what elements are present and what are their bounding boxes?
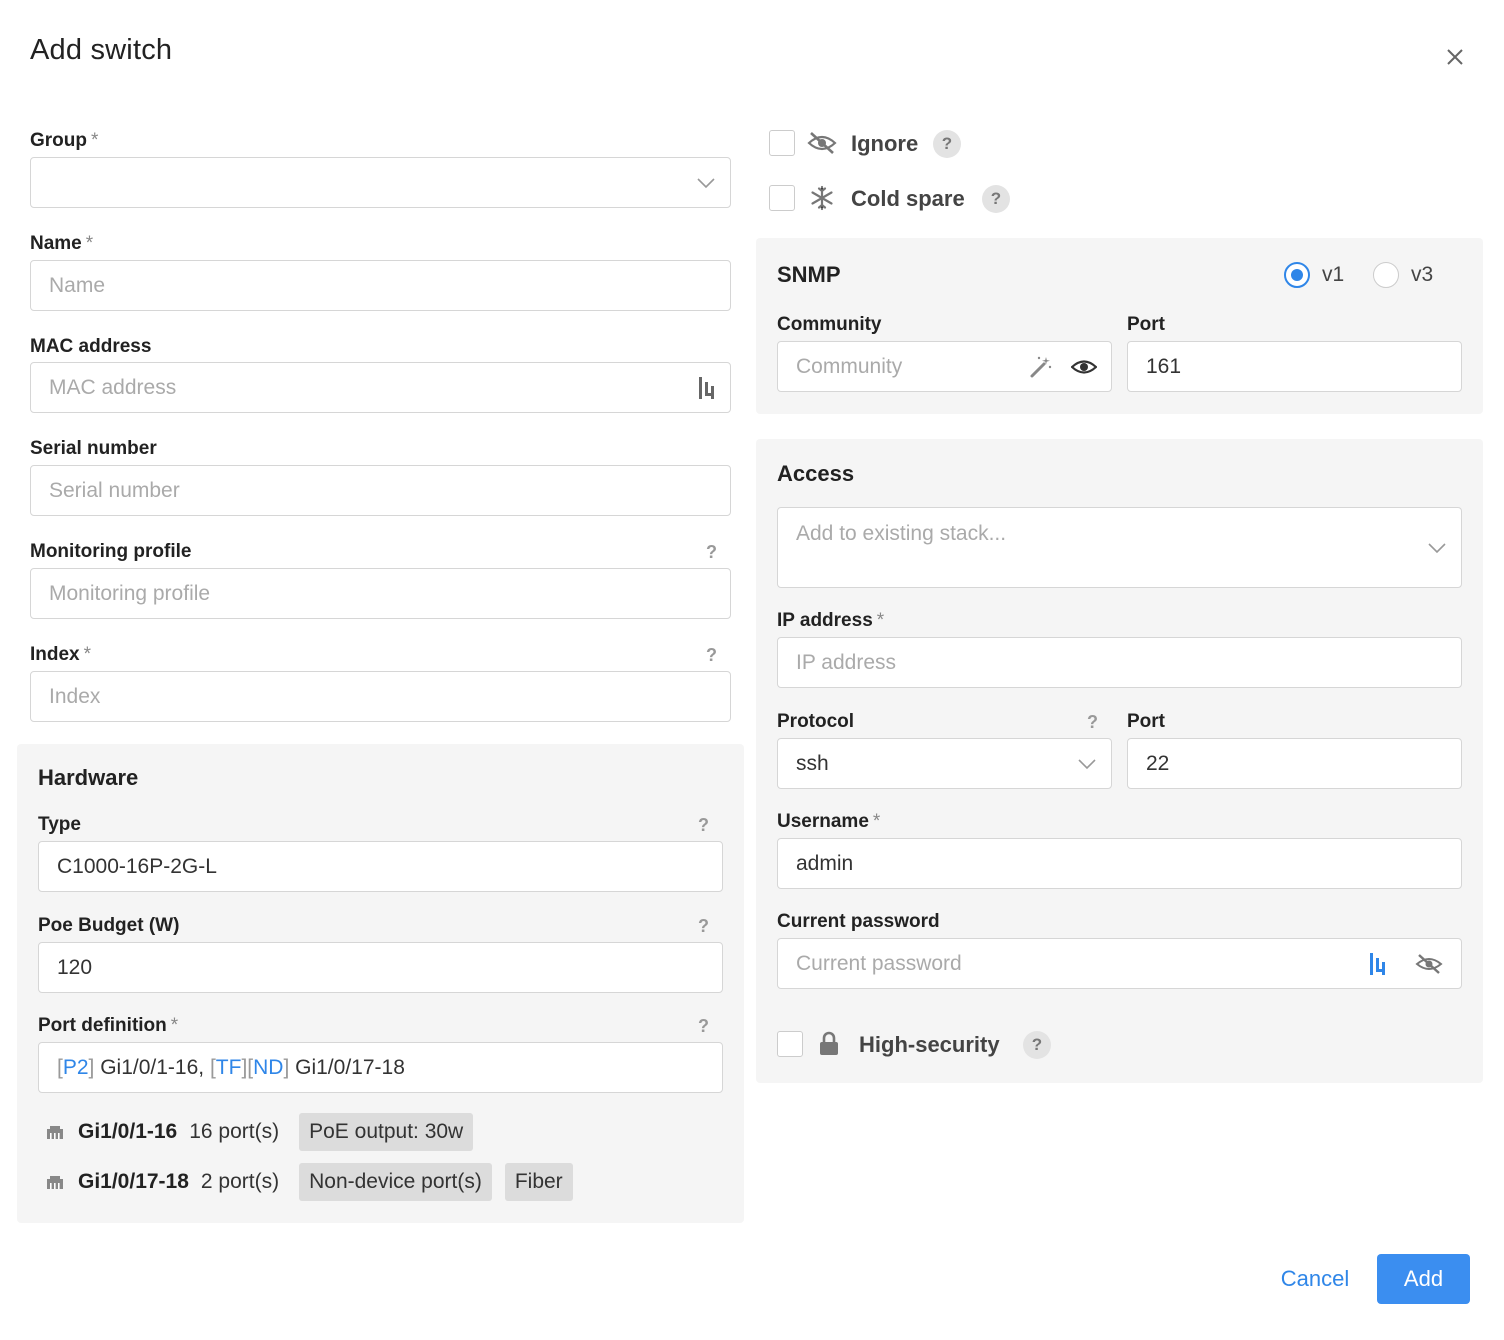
snmp-v1-radio[interactable] (1284, 262, 1310, 288)
mac-input[interactable]: MAC address (30, 362, 731, 413)
type-label: Type (38, 814, 81, 835)
snowflake-icon (811, 185, 833, 211)
high-security-checkbox[interactable] (777, 1031, 803, 1057)
port-name: Gi1/0/17-18 (78, 1170, 189, 1193)
monitoring-input[interactable]: Monitoring profile (30, 568, 731, 619)
snmp-v3-label: v3 (1411, 263, 1434, 286)
close-button[interactable] (1440, 42, 1470, 72)
monitoring-label: Monitoring profile (30, 541, 192, 562)
snmp-port-label: Port (1127, 314, 1165, 335)
ip-input[interactable]: IP address (777, 637, 1462, 688)
access-port-label: Port (1127, 711, 1165, 732)
eye-icon[interactable] (1071, 358, 1097, 376)
poe-help[interactable]: ? (698, 916, 709, 937)
name-input[interactable]: Name (30, 260, 731, 311)
lock-icon (820, 1031, 838, 1055)
group-select[interactable] (30, 157, 731, 208)
port-name: Gi1/0/1-16 (78, 1120, 178, 1143)
cancel-button[interactable]: Cancel (1265, 1254, 1365, 1304)
community-input[interactable]: Community (777, 341, 1112, 392)
group-label: Group * (30, 130, 99, 151)
password-input[interactable]: Current password (777, 938, 1462, 989)
eye-slash-icon (807, 132, 837, 154)
access-title: Access (777, 461, 855, 486)
port-tag: Non-device port(s) (299, 1163, 492, 1201)
snmp-v1-label: v1 (1322, 263, 1345, 286)
index-label: Index * (30, 644, 92, 665)
chevron-down-icon (1428, 542, 1446, 553)
serial-input[interactable]: Serial number (30, 465, 731, 516)
snmp-port-input[interactable]: 161 (1127, 341, 1462, 392)
serial-label: Serial number (30, 438, 157, 459)
ignore-label: Ignore (851, 131, 919, 156)
snmp-v3-radio[interactable] (1373, 262, 1399, 288)
index-help[interactable]: ? (706, 645, 717, 666)
ignore-help[interactable]: ? (933, 130, 961, 158)
poe-label: Poe Budget (W) (38, 915, 180, 936)
port-tag: Fiber (504, 1163, 573, 1201)
community-label: Community (777, 314, 882, 335)
stack-select[interactable]: Add to existing stack... (777, 507, 1462, 588)
chevron-down-icon (697, 177, 715, 188)
dialog-title: Add switch (30, 34, 173, 66)
magic-wand-icon[interactable] (1029, 355, 1053, 379)
chevron-down-icon (1078, 758, 1096, 769)
high-security-label: High-security (859, 1032, 1000, 1057)
ethernet-port-icon (47, 1126, 63, 1139)
keypass-icon[interactable] (698, 376, 716, 400)
ip-label: IP address * (777, 610, 885, 631)
port-count: 2 port(s) (200, 1170, 280, 1193)
username-input[interactable]: admin (777, 838, 1462, 889)
cold-spare-checkbox[interactable] (769, 185, 795, 211)
type-help[interactable]: ? (698, 815, 709, 836)
type-input[interactable]: C1000-16P-2G-L (38, 841, 723, 892)
high-security-help[interactable]: ? (1023, 1031, 1051, 1059)
mac-label: MAC address (30, 336, 152, 357)
eye-slash-icon[interactable] (1415, 953, 1443, 975)
access-port-input[interactable]: 22 (1127, 738, 1462, 789)
protocol-help[interactable]: ? (1087, 712, 1098, 733)
poe-input[interactable]: 120 (38, 942, 723, 993)
protocol-select[interactable]: ssh (777, 738, 1112, 789)
port-row: Gi1/0/1-16 16 port(s) PoE output: 30w (44, 1113, 474, 1151)
username-label: Username * (777, 811, 881, 832)
ignore-checkbox[interactable] (769, 130, 795, 156)
port-def-help[interactable]: ? (698, 1016, 709, 1037)
keypass-icon[interactable] (1369, 952, 1387, 976)
add-button[interactable]: Add (1377, 1254, 1470, 1304)
port-tag: PoE output: 30w (299, 1113, 474, 1151)
cold-spare-label: Cold spare (851, 186, 965, 211)
port-count: 16 port(s) (189, 1120, 280, 1143)
password-label: Current password (777, 911, 940, 932)
port-row: Gi1/0/17-18 2 port(s) Non-device port(s)… (44, 1163, 573, 1201)
protocol-label: Protocol (777, 711, 855, 732)
port-def-label: Port definition * (38, 1015, 179, 1036)
port-def-input[interactable]: [P2] Gi1/0/1-16, [TF][ND] Gi1/0/17-18 (38, 1042, 723, 1093)
index-input[interactable]: Index (30, 671, 731, 722)
snmp-title: SNMP (777, 262, 841, 287)
close-icon (1447, 49, 1463, 65)
name-label: Name * (30, 233, 94, 254)
cold-spare-help[interactable]: ? (982, 185, 1010, 213)
ethernet-port-icon (47, 1176, 63, 1189)
hardware-title: Hardware (38, 765, 139, 790)
monitoring-help[interactable]: ? (706, 542, 717, 563)
